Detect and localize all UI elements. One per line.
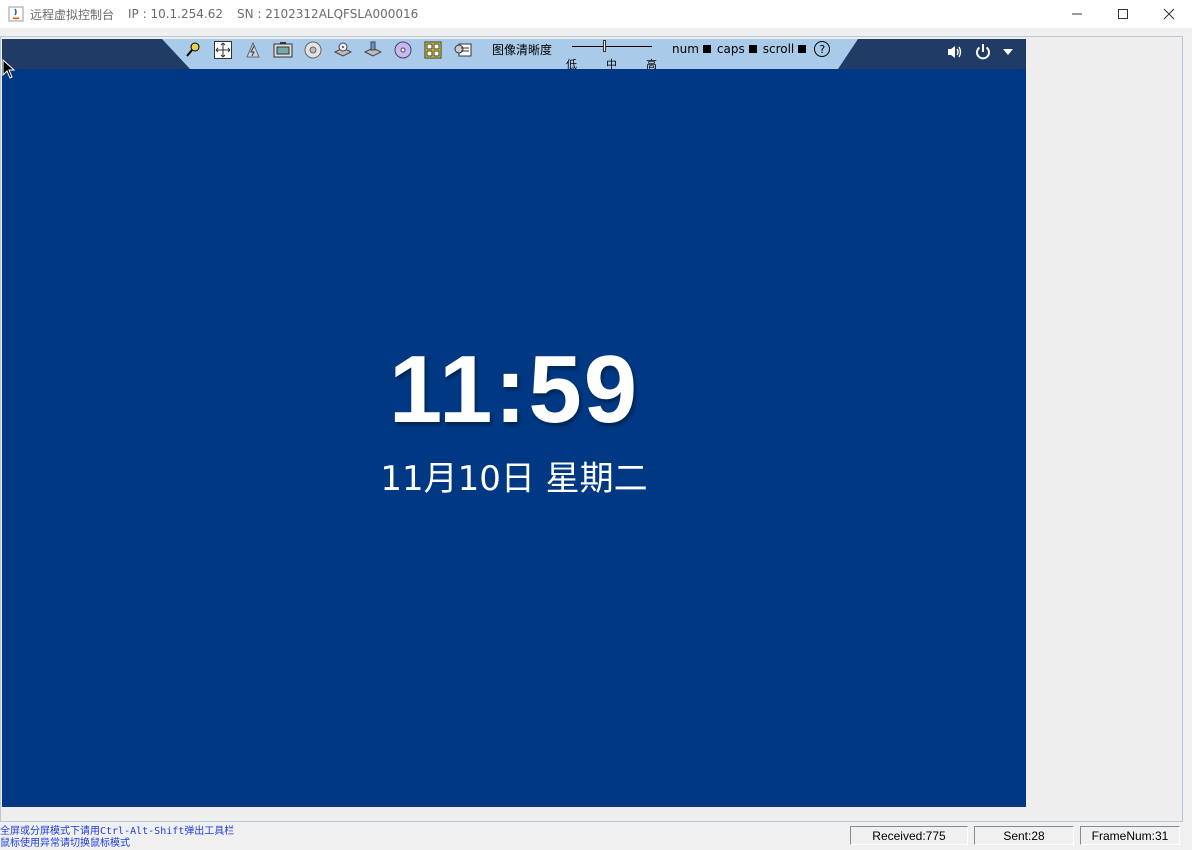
slider-high-label: 高 — [646, 58, 657, 71]
floppy-icon — [304, 41, 322, 59]
caps-lock-label: caps — [716, 42, 745, 56]
drive-icon — [363, 41, 383, 57]
maximize-icon — [1118, 9, 1128, 19]
close-icon — [1163, 8, 1175, 20]
pin-icon — [186, 42, 200, 57]
frame-counter: FrameNum:31 — [1080, 826, 1180, 845]
power-button[interactable] — [974, 43, 992, 61]
mouse-cursor-icon — [2, 59, 16, 79]
keyboard-icon — [424, 41, 442, 59]
volume-icon — [948, 46, 962, 58]
help-icon[interactable]: ? — [814, 41, 831, 57]
cdrom-button[interactable] — [332, 40, 354, 60]
num-lock-label: num — [672, 42, 699, 56]
slider-track — [572, 46, 652, 47]
minimize-icon — [1072, 13, 1082, 15]
clarity-label: 图像清晰度 — [492, 43, 553, 57]
lock-screen-date: 11月10日 星期二 — [380, 459, 648, 499]
scroll-lock-indicator — [798, 45, 807, 53]
remote-screen[interactable]: 图像清晰度 低 中 高 num caps scroll ? 11:59 11月1… — [2, 39, 1026, 807]
lock-screen-time: 11:59 — [388, 336, 640, 443]
slider-mid-label: 中 — [606, 58, 617, 71]
slider-thumb[interactable] — [603, 40, 606, 52]
clarity-slider[interactable]: 低 中 高 — [566, 39, 657, 71]
title-bar: 远程虚拟控制台 IP : 10.1.254.62 SN : 2102312ALQ… — [0, 0, 1192, 28]
slider-low-label: 低 — [566, 58, 577, 71]
scroll-lock-label: scroll — [762, 42, 795, 56]
screenshot-button[interactable] — [272, 40, 294, 60]
settings-button[interactable] — [452, 40, 474, 60]
volume-button[interactable] — [946, 44, 964, 60]
received-counter: Received:775 — [850, 826, 968, 845]
lock-indicators: num caps scroll ? — [672, 41, 831, 57]
hint-line-1: 全屏或分屏模式下请用Ctrl-Alt-Shift弹出工具栏 — [0, 826, 235, 837]
java-icon — [8, 6, 24, 22]
close-button[interactable] — [1146, 0, 1192, 28]
power-icon — [976, 44, 990, 60]
console-toolbar: 图像清晰度 低 中 高 num caps scroll ? — [162, 39, 858, 71]
maximize-button[interactable] — [1100, 0, 1146, 28]
move-icon — [214, 41, 232, 59]
keyboard-button[interactable] — [422, 40, 444, 60]
dvd-button[interactable] — [392, 40, 414, 60]
caps-lock-indicator — [748, 45, 757, 53]
shortcut-icon — [246, 41, 260, 58]
hint-line-2: 鼠标使用异常请切换鼠标模式 — [0, 838, 130, 849]
sn-label: SN : 2102312ALQFSLA000016 — [236, 7, 419, 21]
screenshot-icon — [273, 42, 293, 58]
power-menu-button[interactable] — [1002, 48, 1014, 56]
num-lock-indicator — [702, 45, 711, 53]
ip-label: IP : 10.1.254.62 — [128, 7, 223, 21]
session-controls — [936, 43, 1014, 61]
move-button[interactable] — [212, 40, 234, 60]
settings-icon — [454, 43, 472, 57]
dropdown-icon — [1003, 49, 1013, 55]
floppy-button[interactable] — [302, 40, 324, 60]
dvd-icon — [394, 41, 412, 59]
minimize-button[interactable] — [1054, 0, 1100, 28]
sent-counter: Sent:28 — [974, 826, 1074, 845]
hint-text: 全屏或分屏模式下请用Ctrl-Alt-Shift弹出工具栏 鼠标使用异常请切换鼠… — [0, 826, 234, 850]
window-title: 远程虚拟控制台 — [30, 7, 115, 22]
drive-button[interactable] — [362, 40, 384, 60]
shortcut-button[interactable] — [242, 40, 264, 60]
pin-button[interactable] — [182, 40, 204, 60]
cdrom-icon — [333, 42, 353, 57]
